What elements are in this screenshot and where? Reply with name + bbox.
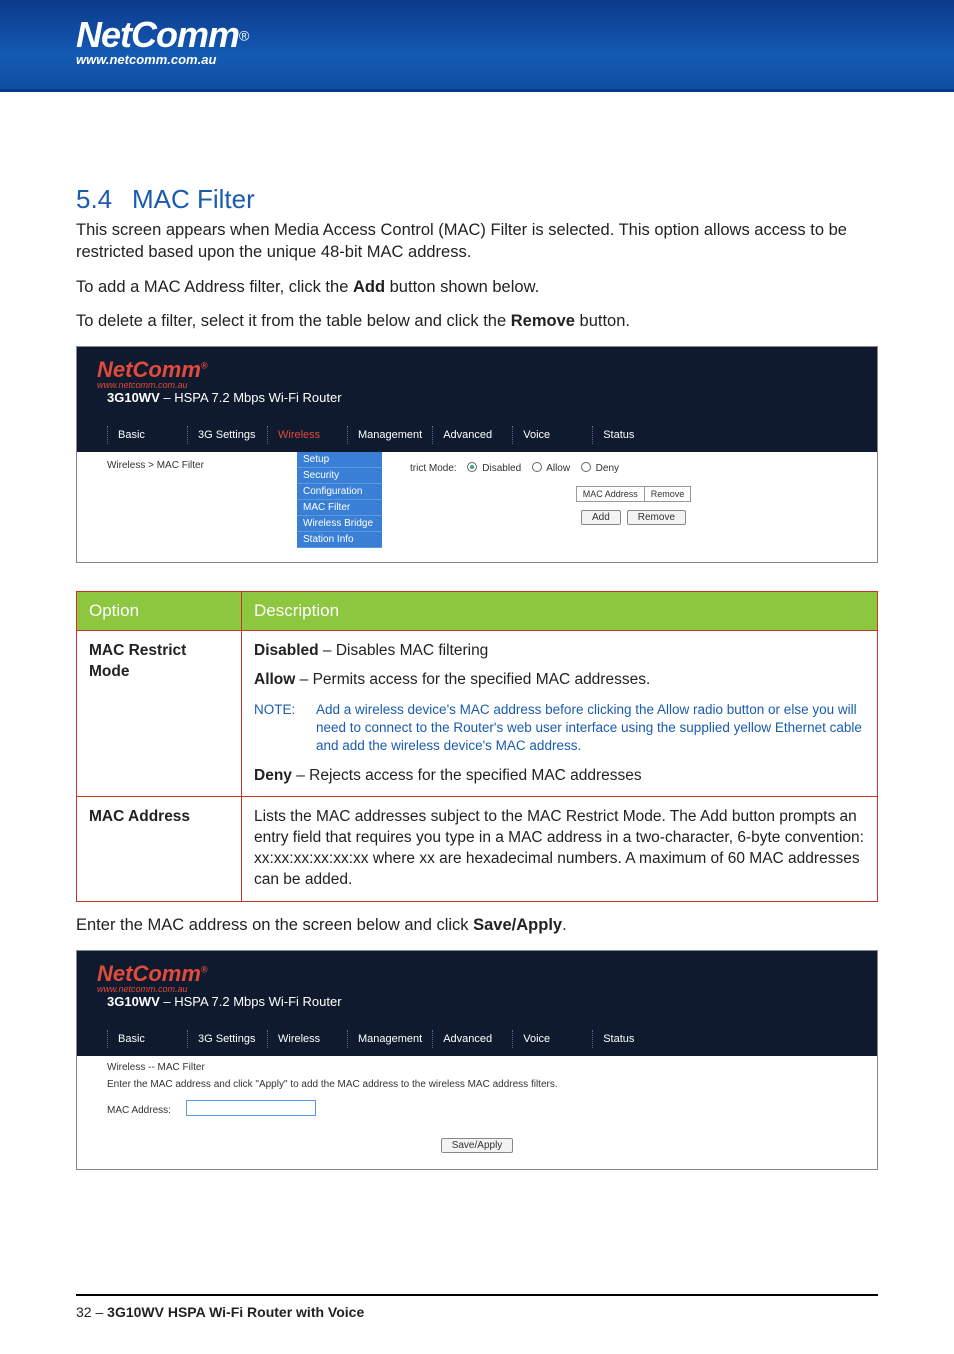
tab2-status[interactable]: Status — [592, 1030, 672, 1048]
tab-3g-settings[interactable]: 3G Settings — [187, 426, 267, 444]
radio-disabled[interactable] — [467, 462, 477, 472]
desc-mac-restrict-mode: Disabled – Disables MAC filtering Allow … — [242, 631, 878, 797]
router-logo-url-2: www.netcomm.com.au — [97, 984, 857, 994]
breadcrumb: Wireless > MAC Filter — [107, 452, 297, 548]
router-header-2: NetComm® www.netcomm.com.au 3G10WV – HSP… — [77, 951, 877, 1024]
router-content-2: Wireless -- MAC Filter Enter the MAC add… — [77, 1056, 877, 1169]
col-remove: Remove — [645, 487, 691, 501]
router-header: NetComm® www.netcomm.com.au 3G10WV – HSP… — [77, 347, 877, 420]
tab-basic[interactable]: Basic — [107, 426, 187, 444]
tab2-3g-settings[interactable]: 3G Settings — [187, 1030, 267, 1048]
breadcrumb-2: Wireless -- MAC Filter — [107, 1062, 847, 1073]
mac-address-input[interactable] — [186, 1100, 316, 1116]
opt-mac-restrict-mode: MAC Restrict Mode — [77, 631, 242, 797]
submenu-station-info[interactable]: Station Info — [297, 532, 382, 548]
hint-text: Enter the MAC address and click "Apply" … — [107, 1079, 847, 1090]
wireless-submenu: Setup Security Configuration MAC Filter … — [297, 452, 382, 548]
add-button[interactable]: Add — [581, 510, 621, 525]
page-footer: 32 – 3G10WV HSPA Wi-Fi Router with Voice — [76, 1304, 364, 1320]
section-number: 5.4 — [76, 184, 132, 215]
router-title: 3G10WV – HSPA 7.2 Mbps Wi-Fi Router — [107, 390, 342, 405]
section-heading: 5.4MAC Filter — [76, 184, 878, 215]
note-block: NOTE: Add a wireless device's MAC addres… — [254, 701, 865, 756]
submenu-configuration[interactable]: Configuration — [297, 484, 382, 500]
section-title: MAC Filter — [132, 184, 255, 214]
intro-paragraph: This screen appears when Media Access Co… — [76, 219, 878, 264]
th-description: Description — [242, 592, 878, 631]
save-apply-button[interactable]: Save/Apply — [441, 1138, 514, 1153]
tab2-management[interactable]: Management — [347, 1030, 432, 1048]
router-tabs: Basic 3G Settings Wireless Management Ad… — [77, 420, 877, 452]
submenu-wireless-bridge[interactable]: Wireless Bridge — [297, 516, 382, 532]
col-mac-address: MAC Address — [577, 487, 645, 501]
tab2-wireless[interactable]: Wireless — [267, 1030, 347, 1048]
th-option: Option — [77, 592, 242, 631]
note-text: Add a wireless device's MAC address befo… — [316, 701, 865, 756]
router-screenshot-add-mac: NetComm® www.netcomm.com.au 3G10WV – HSP… — [76, 950, 878, 1170]
page-number: 32 — [76, 1304, 92, 1320]
tab2-voice[interactable]: Voice — [512, 1030, 592, 1048]
mac-address-field: MAC Address: — [107, 1100, 847, 1116]
options-table: Option Description MAC Restrict Mode Dis… — [76, 591, 878, 902]
brand-name: NetComm — [76, 14, 239, 55]
remove-button[interactable]: Remove — [627, 510, 686, 525]
tab-wireless[interactable]: Wireless — [267, 426, 347, 444]
submenu-security[interactable]: Security — [297, 468, 382, 484]
mac-address-label: MAC Address: — [107, 1105, 183, 1116]
router-screenshot-mac-filter: NetComm® www.netcomm.com.au 3G10WV – HSP… — [76, 346, 878, 563]
submenu-mac-filter[interactable]: MAC Filter — [297, 500, 382, 516]
router-title-2: 3G10WV – HSPA 7.2 Mbps Wi-Fi Router — [107, 994, 342, 1009]
brand-logo: NetComm® www.netcomm.com.au — [76, 14, 249, 67]
restrict-mode-row: trict Mode: Disabled Allow Deny — [410, 462, 857, 474]
mac-table: MAC AddressRemove — [576, 486, 692, 502]
submenu-setup[interactable]: Setup — [297, 452, 382, 468]
page-header-banner: NetComm® www.netcomm.com.au — [0, 0, 954, 92]
tab-advanced[interactable]: Advanced — [432, 426, 512, 444]
footer-title: 3G10WV HSPA Wi-Fi Router with Voice — [107, 1304, 364, 1320]
radio-allow[interactable] — [532, 462, 542, 472]
delete-instruction: To delete a filter, select it from the t… — [76, 310, 878, 332]
router-tabs-2: Basic 3G Settings Wireless Management Ad… — [77, 1024, 877, 1056]
registered-icon: ® — [239, 28, 249, 44]
router-logo-url: www.netcomm.com.au — [97, 380, 857, 390]
tab-voice[interactable]: Voice — [512, 426, 592, 444]
opt-mac-address: MAC Address — [77, 797, 242, 902]
radio-deny[interactable] — [581, 462, 591, 472]
tab2-advanced[interactable]: Advanced — [432, 1030, 512, 1048]
note-label: NOTE: — [254, 701, 302, 756]
tab-management[interactable]: Management — [347, 426, 432, 444]
tab2-basic[interactable]: Basic — [107, 1030, 187, 1048]
tab-status[interactable]: Status — [592, 426, 672, 444]
add-instruction: To add a MAC Address filter, click the A… — [76, 276, 878, 298]
enter-instruction: Enter the MAC address on the screen belo… — [76, 914, 878, 936]
footer-rule — [76, 1294, 878, 1296]
desc-mac-address: Lists the MAC addresses subject to the M… — [242, 797, 878, 902]
router-content: trict Mode: Disabled Allow Deny MAC Addr… — [390, 452, 877, 548]
